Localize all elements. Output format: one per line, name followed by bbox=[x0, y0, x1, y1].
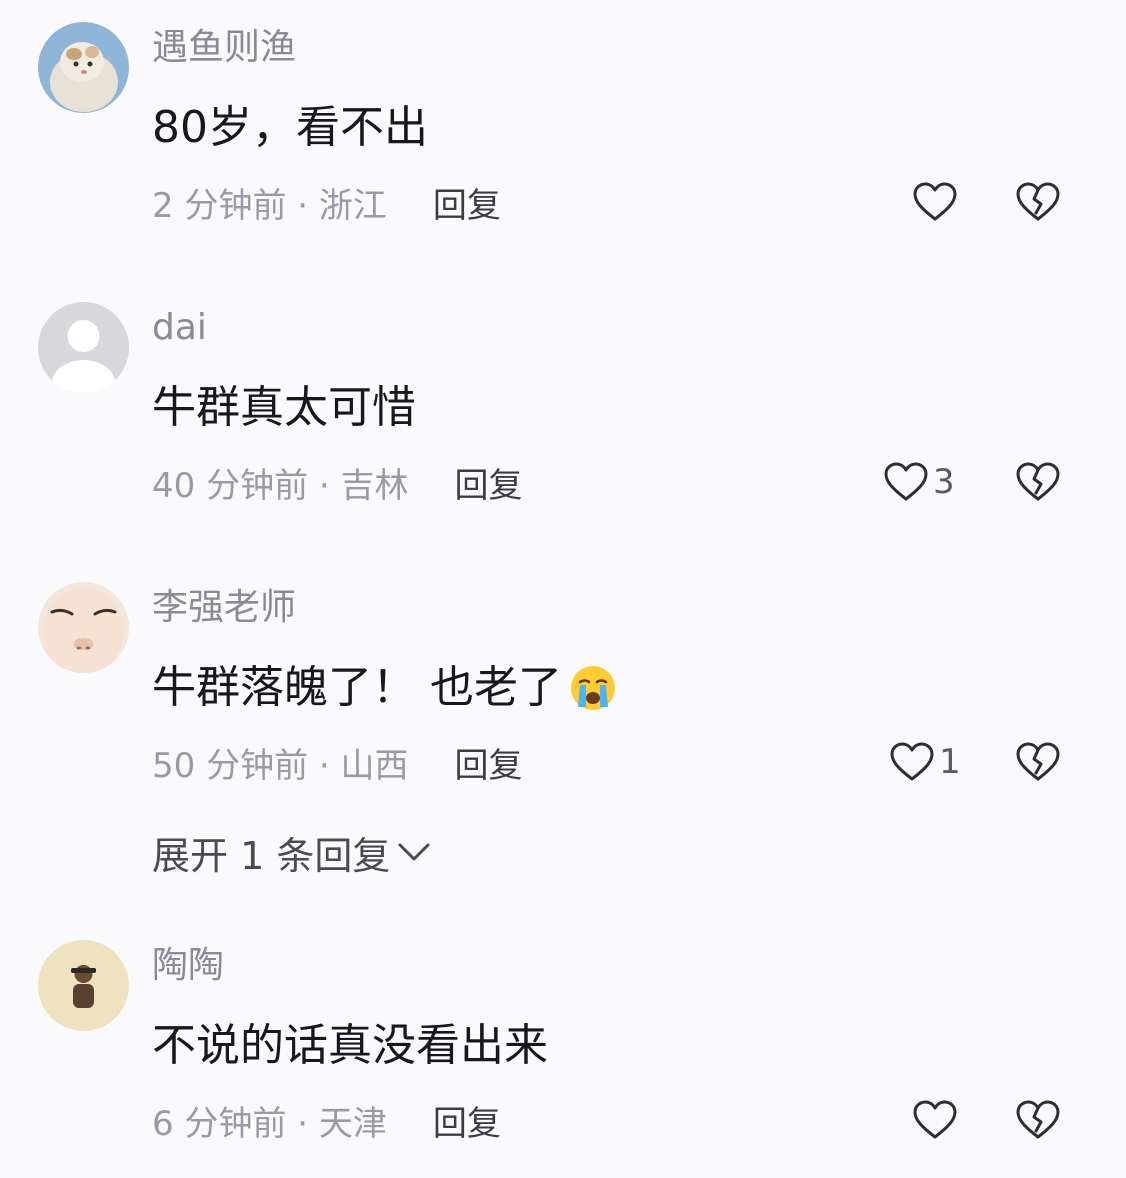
comment-meta: 40 分钟前 · 吉林 回复 bbox=[152, 458, 523, 506]
broken-heart-icon bbox=[1016, 462, 1060, 501]
broken-heart-icon bbox=[1016, 742, 1060, 781]
crying-face-emoji-icon bbox=[571, 666, 615, 710]
like-count: 3 bbox=[933, 462, 955, 502]
reply-button[interactable]: 回复 bbox=[455, 738, 523, 787]
person-avatar-icon bbox=[38, 940, 129, 1031]
broken-heart-icon bbox=[1016, 182, 1060, 221]
timestamp-location: 50 分钟前 · 山西 bbox=[152, 745, 409, 786]
heart-outline-icon bbox=[913, 182, 957, 221]
broken-heart-icon bbox=[1016, 1100, 1060, 1139]
timestamp-location: 2 分钟前 · 浙江 bbox=[152, 185, 387, 226]
comment-text: 牛群落魄了！ 也老了 bbox=[152, 660, 618, 716]
comment-meta: 2 分钟前 · 浙江 回复 bbox=[152, 178, 501, 226]
like-button[interactable] bbox=[912, 178, 962, 226]
default-avatar-icon bbox=[38, 302, 129, 393]
dislike-button[interactable] bbox=[1014, 1096, 1062, 1144]
like-count: 1 bbox=[939, 742, 961, 782]
timestamp-location: 6 分钟前 · 天津 bbox=[152, 1103, 387, 1144]
comment-text: 牛群真太可惜 bbox=[152, 382, 416, 433]
avatar[interactable] bbox=[38, 302, 129, 393]
like-button[interactable] bbox=[912, 1096, 962, 1144]
avatar[interactable] bbox=[38, 940, 129, 1031]
username[interactable]: dai bbox=[152, 306, 207, 350]
username[interactable]: 陶陶 bbox=[152, 944, 224, 988]
face-avatar-icon bbox=[38, 582, 129, 673]
reply-button[interactable]: 回复 bbox=[433, 1096, 501, 1145]
expand-replies-button[interactable]: 展开 1 条回复 bbox=[152, 828, 432, 878]
comment-meta: 6 分钟前 · 天津 回复 bbox=[152, 1096, 501, 1144]
username[interactable]: 李强老师 bbox=[152, 586, 296, 630]
dislike-button[interactable] bbox=[1014, 458, 1062, 506]
avatar[interactable] bbox=[38, 582, 129, 673]
heart-outline-icon bbox=[884, 462, 928, 501]
chevron-down-icon bbox=[398, 843, 430, 861]
dislike-button[interactable] bbox=[1014, 178, 1062, 226]
timestamp-location: 40 分钟前 · 吉林 bbox=[152, 465, 409, 506]
dislike-button[interactable] bbox=[1014, 738, 1062, 786]
like-button[interactable]: 1 bbox=[889, 738, 961, 786]
heart-outline-icon bbox=[913, 1100, 957, 1139]
username[interactable]: 遇鱼则渔 bbox=[152, 26, 296, 70]
avatar[interactable] bbox=[38, 22, 129, 113]
reply-button[interactable]: 回复 bbox=[455, 458, 523, 507]
comment-meta: 50 分钟前 · 山西 回复 bbox=[152, 738, 523, 786]
reply-button[interactable]: 回复 bbox=[433, 178, 501, 227]
comment-text-content: 牛群落魄了！ 也老了 bbox=[152, 662, 562, 713]
heart-outline-icon bbox=[890, 742, 934, 781]
cat-avatar-icon bbox=[38, 22, 129, 113]
like-button[interactable]: 3 bbox=[883, 458, 955, 506]
comment-text: 不说的话真没看出来 bbox=[152, 1020, 548, 1071]
expand-replies-label: 展开 1 条回复 bbox=[152, 833, 391, 878]
comment-text: 80岁，看不出 bbox=[152, 102, 428, 153]
